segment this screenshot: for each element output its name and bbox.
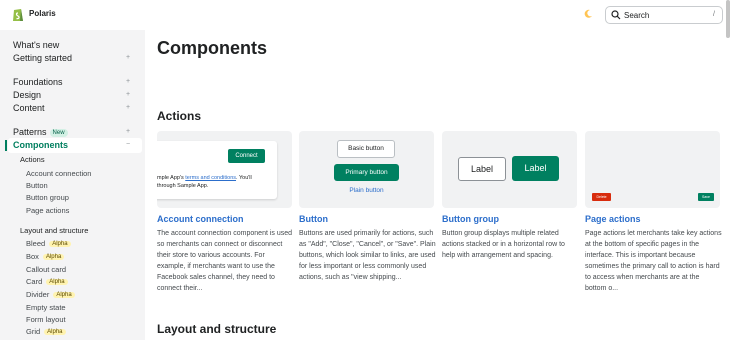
card-description: Page actions let merchants take key acti… xyxy=(585,230,722,292)
sidebar-item-label: Patterns xyxy=(13,127,47,137)
save-button: Save xyxy=(698,193,714,201)
sidebar-item-design[interactable]: Design xyxy=(13,90,41,100)
card-description: Buttons are used primarily for actions, … xyxy=(299,230,436,281)
search-input[interactable]: Search / xyxy=(605,6,723,24)
card-title-button-group[interactable]: Button group xyxy=(442,214,499,224)
search-shortcut: / xyxy=(713,11,715,18)
sidebar-item-grid[interactable]: Grid Alpha xyxy=(26,327,66,336)
collapse-icon[interactable]: − xyxy=(126,141,130,148)
account-connection-panel: Connect mple App's terms and conditions.… xyxy=(157,141,277,199)
alpha-badge: Alpha xyxy=(44,329,66,335)
sidebar-group-layout[interactable]: Layout and structure xyxy=(20,226,88,235)
card-description: The account connection component is used… xyxy=(157,230,293,292)
sidebar-item-box[interactable]: Box Alpha xyxy=(26,252,65,261)
sidebar-item-button[interactable]: Button xyxy=(26,181,48,190)
alpha-badge: Alpha xyxy=(42,254,65,260)
primary-button: Primary button xyxy=(334,164,399,181)
section-title-actions: Actions xyxy=(157,109,202,123)
label-button-secondary: Label xyxy=(458,157,506,181)
sidebar-item-account-connection[interactable]: Account connection xyxy=(26,169,91,178)
alpha-badge: Alpha xyxy=(53,292,75,298)
button-preview[interactable]: Basic button Primary button Plain button xyxy=(299,131,434,208)
terms-text: mple App's terms and conditions. You'll xyxy=(157,175,252,181)
active-item-indicator xyxy=(5,140,7,151)
card-title-button[interactable]: Button xyxy=(299,214,328,224)
top-bar: Polaris Search / xyxy=(0,0,730,38)
sidebar-item-foundations[interactable]: Foundations xyxy=(13,77,63,87)
brand-name[interactable]: Polaris xyxy=(29,9,56,18)
expand-icon[interactable]: + xyxy=(126,78,130,85)
search-placeholder: Search xyxy=(624,11,650,20)
alpha-badge: Alpha xyxy=(49,241,71,247)
section-title-layout: Layout and structure xyxy=(157,322,277,336)
expand-icon[interactable]: + xyxy=(126,91,130,98)
basic-button: Basic button xyxy=(337,140,395,158)
page-scrollbar[interactable] xyxy=(726,0,730,38)
search-icon xyxy=(611,10,621,20)
expand-icon[interactable]: + xyxy=(126,54,130,61)
sidebar-item-callout-card[interactable]: Callout card xyxy=(26,265,66,274)
page-actions-preview[interactable]: Delete Save xyxy=(585,131,720,208)
label-button-primary: Label xyxy=(512,156,559,181)
sidebar-item-getting-started[interactable]: Getting started xyxy=(13,53,72,63)
account-connection-preview[interactable]: Connect mple App's terms and conditions.… xyxy=(157,131,292,208)
sidebar-item-divider[interactable]: Divider Alpha xyxy=(26,290,75,299)
sidebar-item-form-layout[interactable]: Form layout xyxy=(26,315,66,324)
expand-icon[interactable]: + xyxy=(126,104,130,111)
shopify-logo-icon[interactable] xyxy=(12,7,24,22)
connect-button: Connect xyxy=(228,149,265,163)
alpha-badge: Alpha xyxy=(46,279,68,285)
new-badge: New xyxy=(49,129,68,137)
delete-button: Delete xyxy=(592,193,611,201)
sidebar-item-patterns[interactable]: Patterns New xyxy=(13,127,68,138)
plain-button: Plain button xyxy=(349,187,384,194)
sidebar-item-bleed[interactable]: Bleed Alpha xyxy=(26,239,71,248)
page-title: Components xyxy=(157,38,267,58)
sidebar-item-components[interactable]: Components xyxy=(13,140,68,150)
button-group-preview[interactable]: Label Label xyxy=(442,131,577,208)
sidebar-item-button-group[interactable]: Button group xyxy=(26,193,69,202)
expand-icon[interactable]: + xyxy=(126,128,130,135)
sidebar-item-empty-state[interactable]: Empty state xyxy=(26,303,66,312)
card-description: Button group displays multiple related a… xyxy=(442,230,565,259)
card-title-page-actions[interactable]: Page actions xyxy=(585,214,641,224)
sidebar: What's new Getting started + Foundations… xyxy=(0,30,145,340)
sidebar-item-page-actions[interactable]: Page actions xyxy=(26,206,69,215)
terms-text-line2: through Sample App. xyxy=(157,183,209,189)
dark-mode-toggle-icon[interactable] xyxy=(583,9,593,19)
sidebar-item-content[interactable]: Content xyxy=(13,103,45,113)
sidebar-group-actions[interactable]: Actions xyxy=(20,155,45,164)
sidebar-item-card[interactable]: Card Alpha xyxy=(26,277,68,286)
card-title-account-connection[interactable]: Account connection xyxy=(157,214,244,224)
sidebar-item-whats-new[interactable]: What's new xyxy=(13,40,59,50)
